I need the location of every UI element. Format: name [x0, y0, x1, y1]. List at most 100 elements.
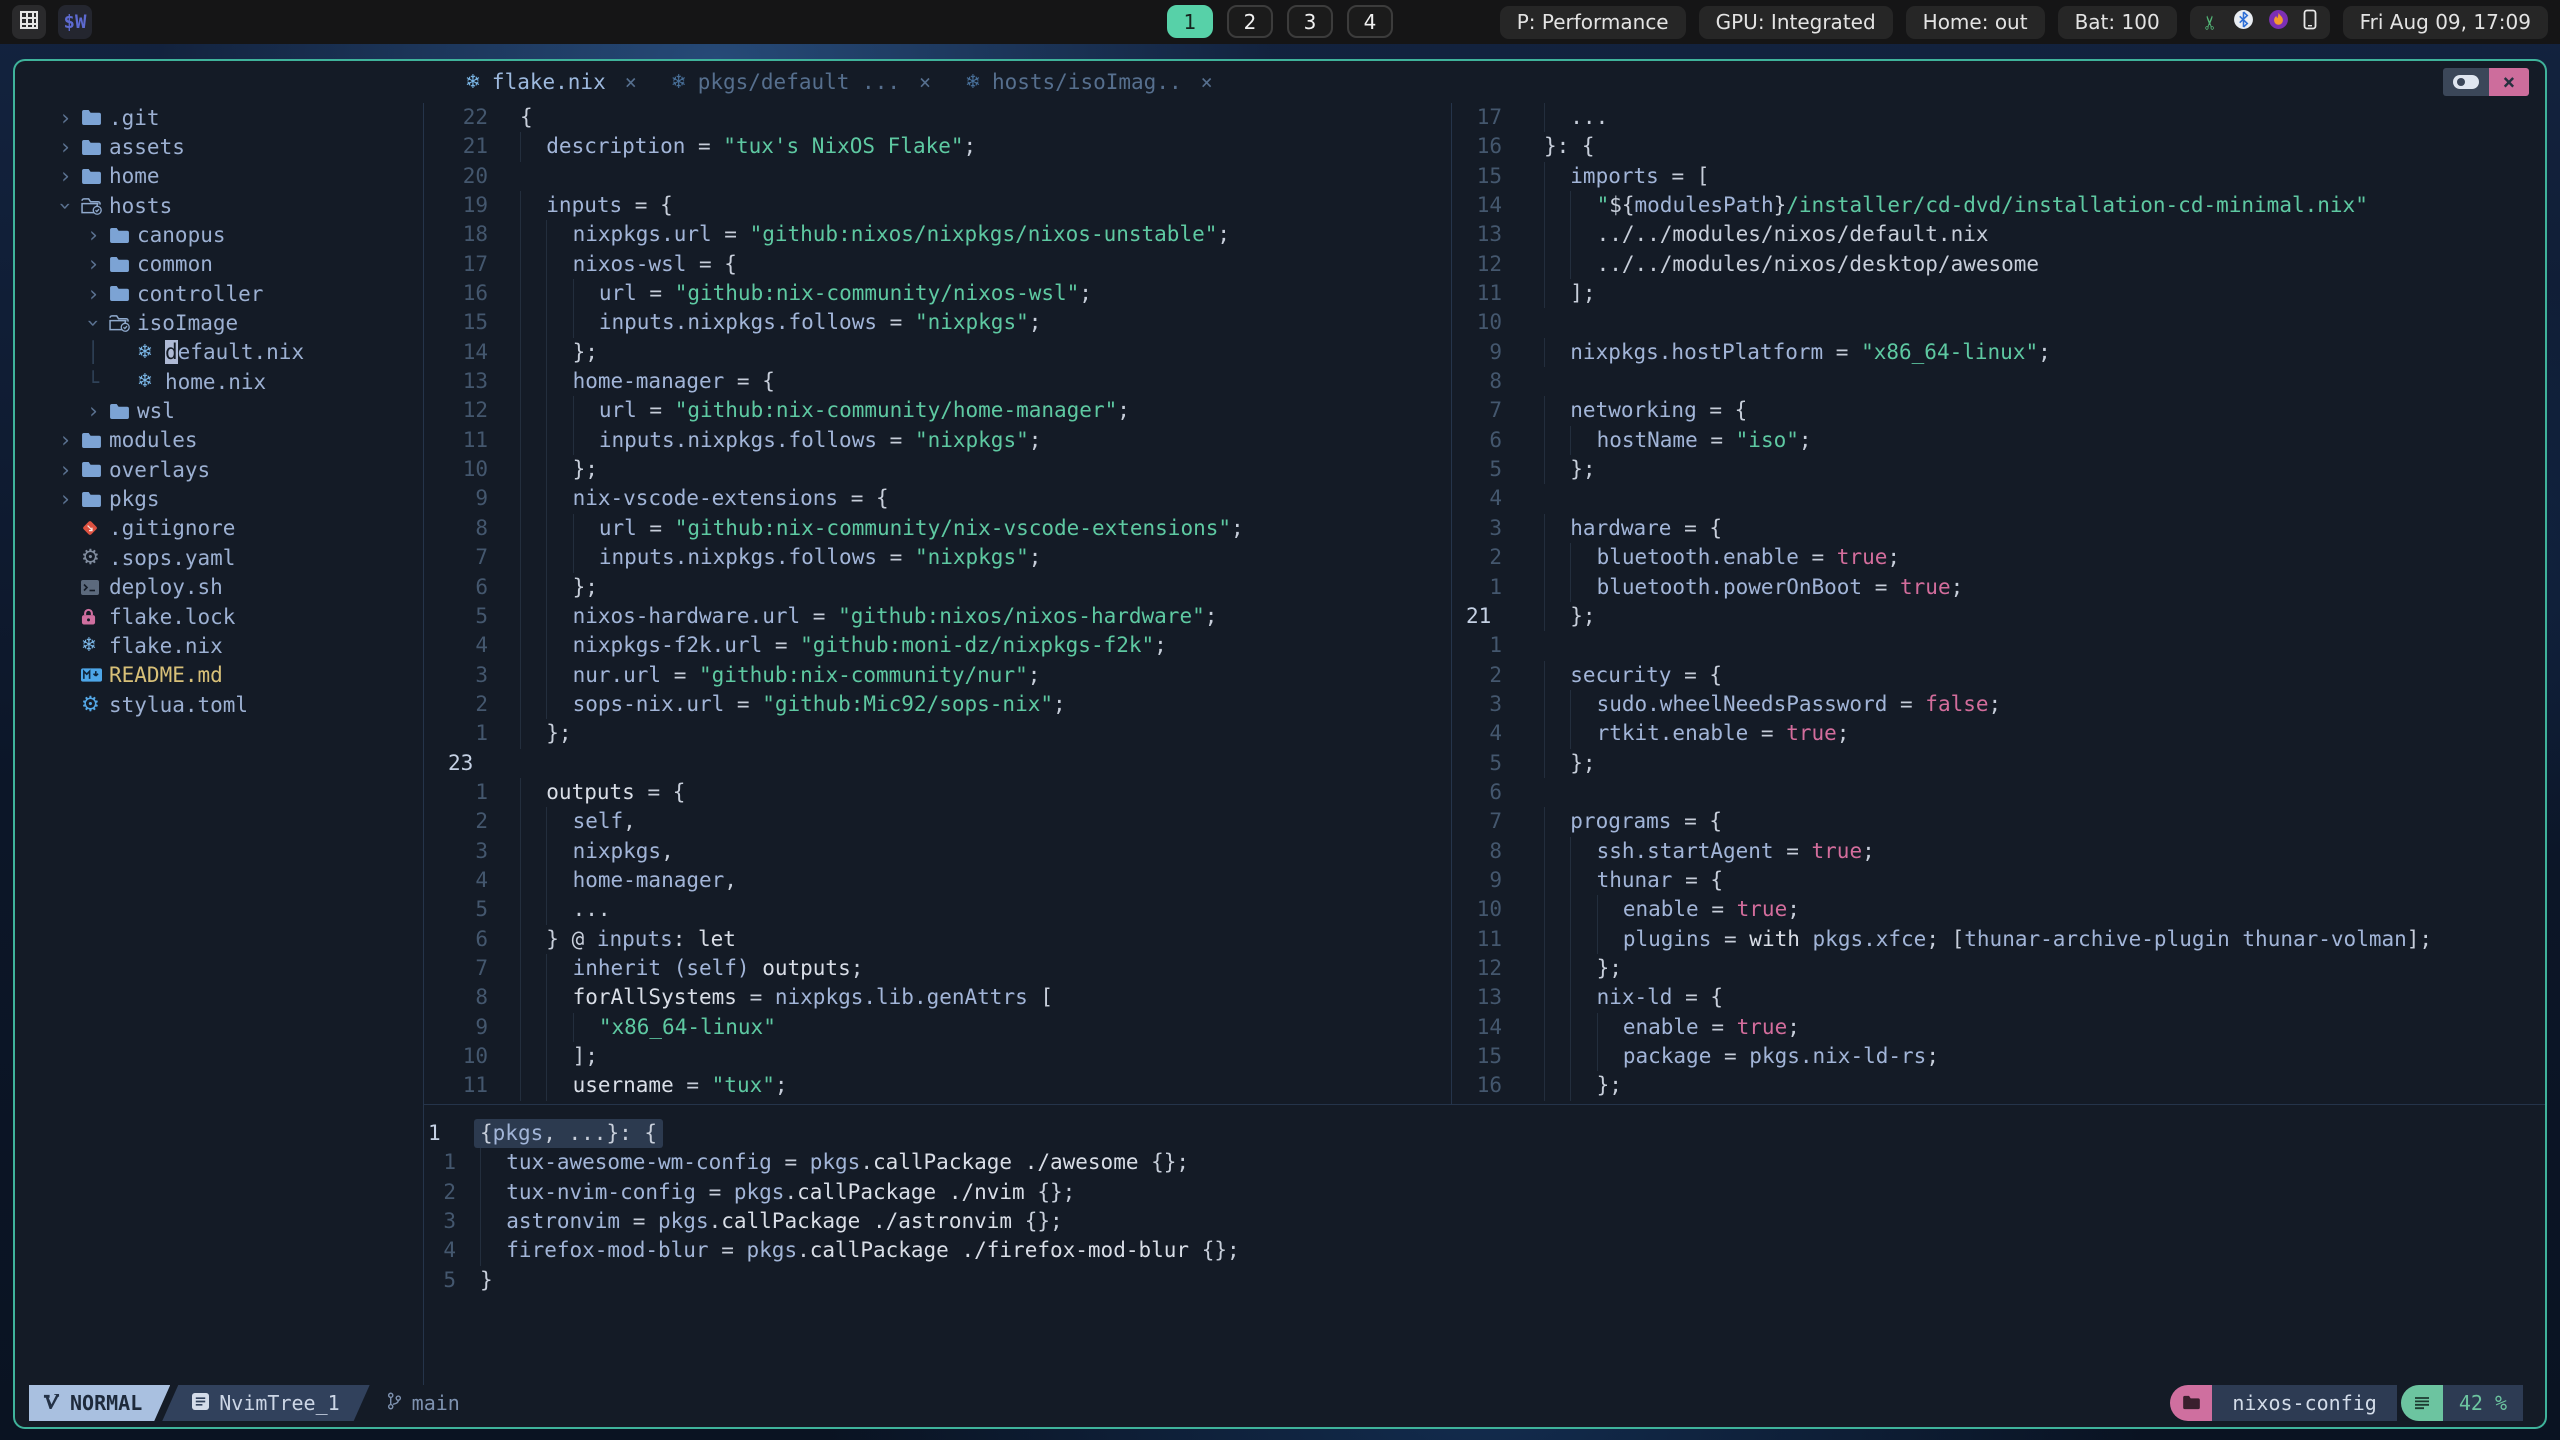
clock-widget[interactable]: Fri Aug 09, 17:09: [2342, 5, 2548, 39]
status-pill-p[interactable]: P: Performance: [1499, 5, 1686, 39]
tree-item-label: default.nix: [165, 340, 305, 365]
nix-icon: ❄: [81, 634, 97, 657]
code-text: };: [498, 455, 598, 485]
code-text: forAllSystems = nixpkgs.lib.genAttrs [: [498, 983, 1053, 1013]
folder-icon: [81, 168, 109, 185]
tree-item-isoimage[interactable]: › isoImage: [15, 308, 423, 337]
line-number: 4: [475, 633, 488, 658]
tab-flake-nix[interactable]: ❄ flake.nix ×: [465, 70, 637, 94]
line-number: 14: [1476, 1014, 1502, 1039]
line-number: 2: [1489, 662, 1502, 687]
tabs: ❄ flake.nix × ❄ pkgs/default ... × ❄ hosts/isoI…: [465, 70, 1247, 94]
code-line: 2 security = {: [1452, 660, 2545, 690]
window-controls: ×: [2443, 68, 2529, 96]
tree-item-assets[interactable]: › assets: [15, 132, 423, 161]
tree-item-label: home.nix: [165, 369, 267, 394]
line-number: 13: [1476, 222, 1502, 247]
tree-item-hosts[interactable]: › hosts: [15, 191, 423, 220]
code-text: inputs.nixpkgs.follows = "nixpkgs";: [498, 425, 1041, 456]
workspace-4[interactable]: 4: [1347, 5, 1393, 38]
pane-hosts-isoimage[interactable]: 17... 16}: {15 imports = [14 " ${modulesPath…: [1452, 103, 2545, 1104]
tree-item--gitignore[interactable]: .gitignore: [15, 514, 423, 543]
status-pill-home[interactable]: Home: out: [1905, 5, 2045, 39]
tree-item-home[interactable]: › home: [15, 162, 423, 191]
code-text: };: [1516, 1071, 1622, 1101]
pane-flake-nix[interactable]: 22{21 description = "tux's NixOS Flake"; 2…: [424, 103, 1452, 1104]
workspace-3[interactable]: 3: [1287, 5, 1333, 38]
code-text: nixos-wsl = {: [498, 249, 737, 280]
status-pill-gpu[interactable]: GPU: Integrated: [1698, 5, 1893, 39]
tree-item-wsl[interactable]: › wsl: [15, 396, 423, 425]
tree-indent-guide: [59, 370, 87, 394]
code-text: sops-nix.url = "github:Mic92/sops-nix";: [498, 689, 1066, 720]
code-line: 1: [1452, 631, 2545, 660]
line-number: 10: [1476, 897, 1502, 922]
gear-icon: ⚙: [81, 545, 100, 570]
tree-item-controller[interactable]: › controller: [15, 279, 423, 308]
code-line: 13 home-manager = {: [424, 367, 1451, 397]
code-text: {pkgs, ...}: {: [466, 1119, 664, 1149]
workspace-widget[interactable]: $W: [58, 5, 92, 39]
editor-area: 22{21 description = "tux's NixOS Flake"; 2…: [424, 103, 2545, 1385]
git-branch: main: [386, 1385, 460, 1421]
tree-item-label: isoImage: [137, 311, 239, 336]
system-tray[interactable]: ✂: [2189, 5, 2330, 39]
tree-indent-guide: └: [87, 369, 100, 394]
chevron-right-icon: ›: [59, 457, 72, 482]
code-text: nur.url = "github:nix-community/nur";: [498, 660, 1040, 690]
code-line: 3 astronvim = pkgs. callPackage ./astronvi…: [424, 1207, 2545, 1237]
tree-item-stylua-toml[interactable]: ⚙ stylua.toml: [15, 690, 423, 719]
file-tree[interactable]: › .git › assets › home › hosts › canopus › common…: [15, 103, 424, 1385]
code-text: rtkit.enable = true;: [1516, 719, 1849, 749]
line-number: 14: [462, 339, 488, 364]
status-pill-bat[interactable]: Bat: 100: [2057, 5, 2177, 39]
code-line: 23: [424, 749, 1451, 778]
code-line: 9 nix-vscode-extensions = {: [424, 484, 1451, 514]
tab-hosts-isoimag-[interactable]: ❄ hosts/isoImag.. ×: [965, 70, 1213, 94]
window-close-button[interactable]: ×: [2489, 68, 2529, 96]
line-number: 22: [462, 105, 488, 129]
tree-item--sops-yaml[interactable]: ⚙ .sops.yaml: [15, 543, 423, 572]
code-text: }: {: [1544, 134, 1595, 159]
window-toggle-button[interactable]: [2443, 68, 2489, 96]
tree-item-label: README.md: [109, 663, 223, 688]
tab-close-icon[interactable]: ×: [1201, 70, 1213, 94]
tree-item-canopus[interactable]: › canopus: [15, 220, 423, 249]
code-text: };: [1516, 748, 1596, 778]
line-number: 12: [1476, 251, 1502, 276]
code-line: 11 plugins = with pkgs.xfce; [thunar-arch…: [1452, 924, 2545, 954]
folder-icon: [109, 256, 137, 273]
tree-item-default-nix[interactable]: │ ❄ default.nix: [15, 338, 423, 367]
tree-item-pkgs[interactable]: › pkgs: [15, 484, 423, 513]
tree-item-readme-md[interactable]: README.md: [15, 661, 423, 690]
pane-pkgs-default[interactable]: 1 {pkgs, ...}: {1 tux-awesome-wm-config = …: [424, 1105, 2545, 1385]
tree-item-common[interactable]: › common: [15, 250, 423, 279]
folder-open-icon: [109, 314, 137, 332]
tree-item--git[interactable]: › .git: [15, 103, 423, 132]
tree-item-home-nix[interactable]: └ ❄ home.nix: [15, 367, 423, 396]
line-number: 2: [443, 1179, 456, 1204]
tab-pkgs-default-[interactable]: ❄ pkgs/default ... ×: [671, 70, 931, 94]
code-line: 5}: [424, 1266, 2545, 1295]
tree-item-flake-lock[interactable]: flake.lock: [15, 602, 423, 631]
tree-item-flake-nix[interactable]: ❄ flake.nix: [15, 631, 423, 660]
workspace-1[interactable]: 1: [1167, 5, 1213, 38]
code-line: 12 url = "github:nix-community/home-manag…: [424, 396, 1451, 426]
line-number: 13: [462, 369, 488, 394]
code-text: } @ inputs: let: [498, 924, 736, 954]
tree-item-overlays[interactable]: › overlays: [15, 455, 423, 484]
tab-close-icon[interactable]: ×: [625, 70, 637, 94]
code-line: 4: [1452, 484, 2545, 513]
tree-item-modules[interactable]: › modules: [15, 426, 423, 455]
workspace-2[interactable]: 2: [1227, 5, 1273, 38]
code-line: 16}: {: [1452, 132, 2545, 161]
tab-close-icon[interactable]: ×: [919, 70, 931, 94]
tree-item-deploy-sh[interactable]: deploy.sh: [15, 573, 423, 602]
code-line: 5};: [1452, 748, 2545, 778]
code-text: "x86_64-linux": [498, 1012, 776, 1042]
apps-grid-button[interactable]: [12, 5, 46, 39]
current-line-number: 1: [428, 1121, 441, 1145]
